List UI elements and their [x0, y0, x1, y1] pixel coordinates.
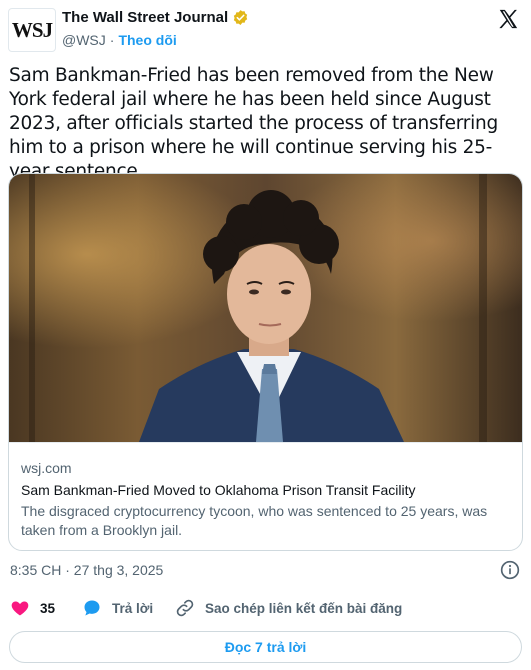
tweet-header: WSJ The Wall Street Journal @WSJ · Theo … [0, 0, 531, 60]
account-avatar[interactable]: WSJ [8, 8, 56, 52]
avatar-logo-text: WSJ [11, 17, 53, 42]
copy-link-button[interactable]: Sao chép liên kết đến bài đăng [175, 598, 402, 618]
reply-button[interactable]: Trả lời [82, 598, 153, 618]
verified-badge-icon [233, 10, 248, 25]
heart-icon [11, 601, 29, 616]
card-description: The disgraced cryptocurrency tycoon, who… [21, 503, 488, 538]
tweet-actions-bar: 35 Trả lời Sao chép liên kết đến bài đăn… [0, 598, 531, 624]
card-title[interactable]: Sam Bankman-Fried Moved to Oklahoma Pris… [21, 482, 415, 498]
separator-dot: · [109, 32, 115, 48]
reply-label: Trả lời [112, 600, 154, 616]
copy-link-label: Sao chép liên kết đến bài đăng [205, 600, 403, 616]
like-button[interactable]: 35 [10, 598, 55, 618]
tweet-text: Sam Bankman-Fried has been removed from … [9, 65, 498, 182]
account-handle-row: @WSJ · Theo dõi [62, 32, 177, 48]
card-body: wsj.com Sam Bankman-Fried Moved to Oklah… [9, 442, 522, 550]
info-icon[interactable] [500, 560, 520, 580]
card-domain: wsj.com [21, 460, 72, 476]
account-name[interactable]: The Wall Street Journal [62, 9, 228, 26]
link-icon [176, 599, 194, 617]
link-preview-card[interactable]: wsj.com Sam Bankman-Fried Moved to Oklah… [8, 173, 523, 551]
tweet-timestamp[interactable]: 8:35 CH · 27 thg 3, 2025 [10, 562, 163, 578]
close-x-icon [499, 9, 518, 29]
follow-button[interactable]: Theo dõi [118, 32, 176, 48]
like-count: 35 [40, 600, 56, 616]
close-button[interactable] [495, 6, 521, 32]
account-name-row: The Wall Street Journal [62, 9, 249, 26]
account-handle[interactable]: @WSJ [62, 32, 106, 48]
read-replies-button[interactable]: Đọc 7 trả lời [9, 631, 522, 663]
article-photo [9, 174, 522, 442]
reply-bubble-icon [84, 600, 100, 616]
